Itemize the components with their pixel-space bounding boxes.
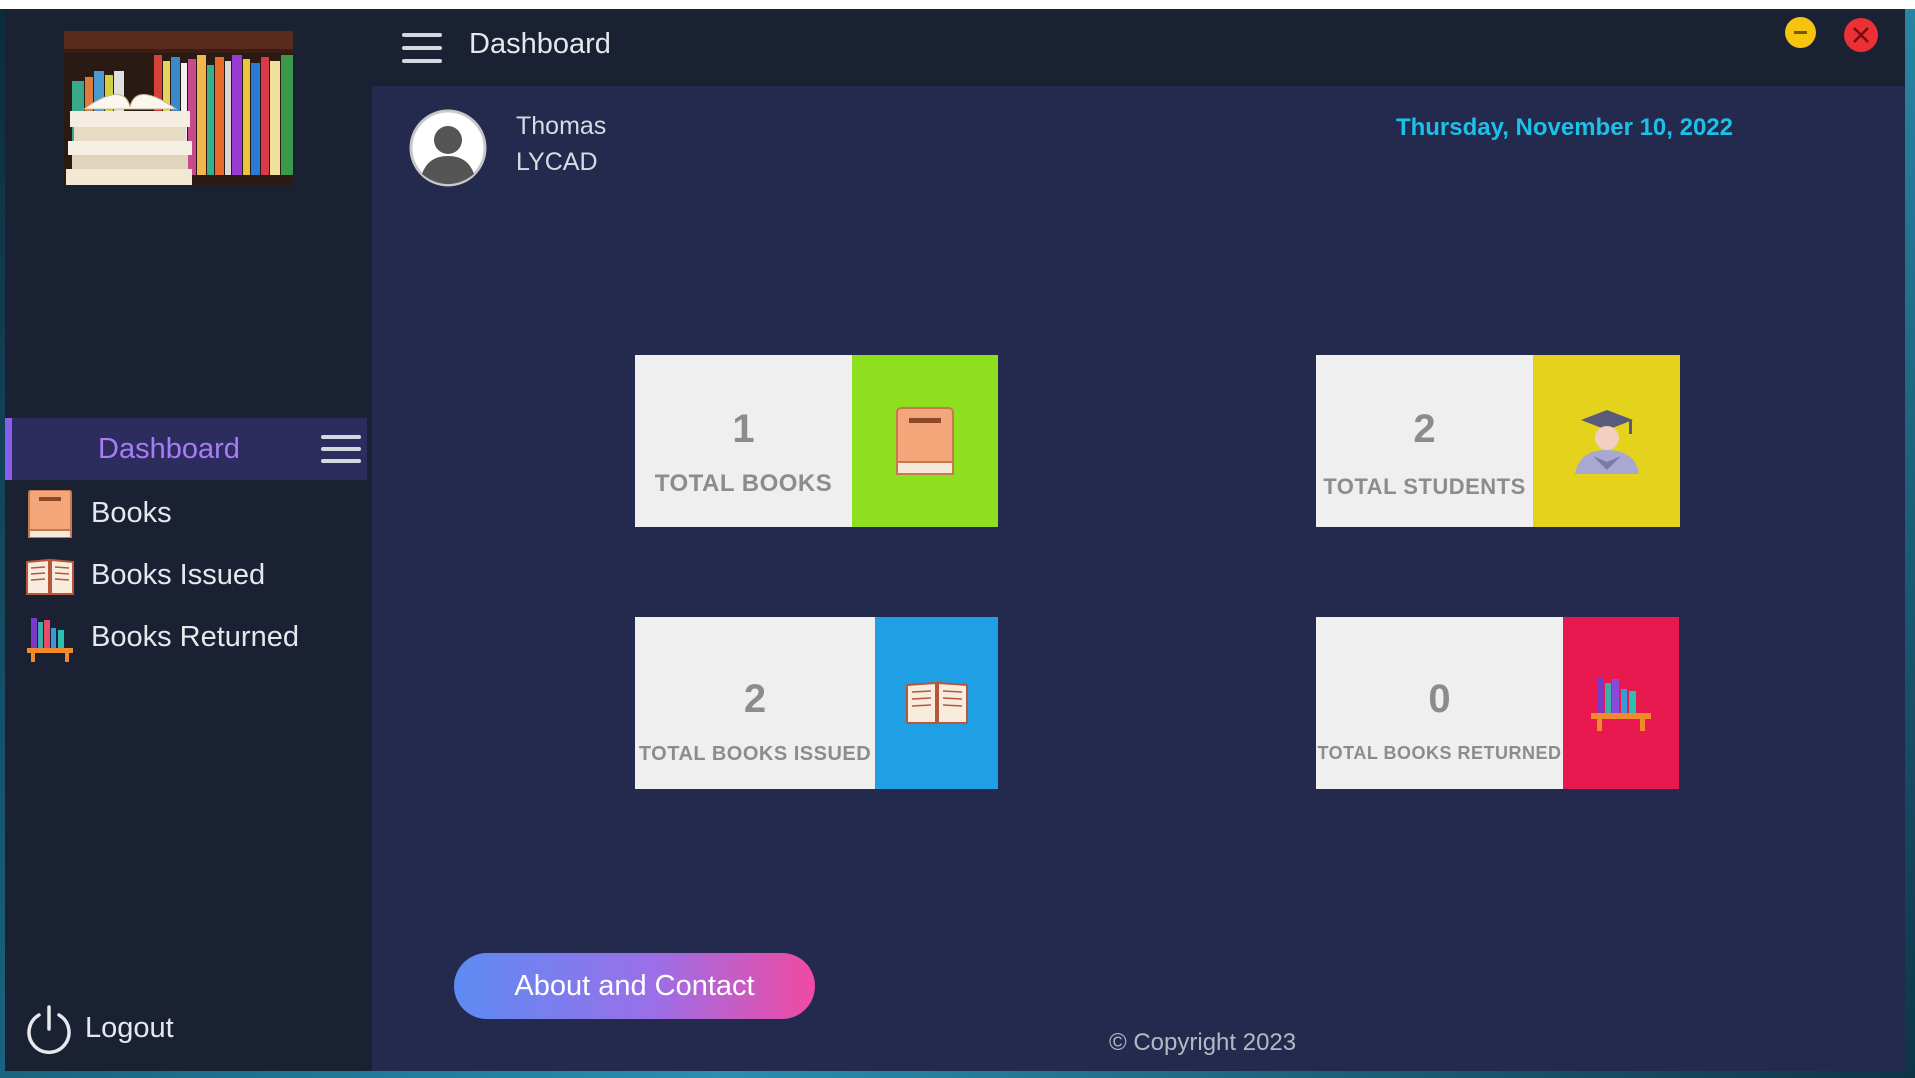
stat-card-total-students: 2 TOTAL STUDENTS bbox=[1316, 355, 1680, 527]
stat-card-icon-panel bbox=[1563, 617, 1679, 789]
window-top-border bbox=[0, 0, 1915, 9]
close-button[interactable] bbox=[1844, 18, 1878, 52]
stat-card-icon-panel bbox=[1533, 355, 1680, 527]
logout-button[interactable]: Logout bbox=[23, 1001, 223, 1055]
stat-value: 0 bbox=[1428, 677, 1451, 721]
close-icon bbox=[1853, 27, 1869, 43]
stat-card-icon-panel bbox=[875, 617, 998, 789]
sidebar-item-label: Books bbox=[91, 497, 172, 529]
stat-caption: TOTAL BOOKS ISSUED bbox=[638, 743, 872, 765]
stat-card-body: 0 TOTAL BOOKS RETURNED bbox=[1316, 617, 1563, 789]
current-date: Thursday, November 10, 2022 bbox=[1395, 114, 1733, 141]
app-window: Dashboard Books Books Issued Books Retur… bbox=[5, 9, 1905, 1071]
page-title: Dashboard bbox=[469, 28, 611, 60]
sidebar-item-label: Books Issued bbox=[91, 559, 266, 591]
title-bar: Dashboard bbox=[372, 9, 1905, 86]
dashboard-menu-icon[interactable] bbox=[321, 434, 361, 464]
stat-value: 1 bbox=[732, 407, 755, 451]
minimize-button[interactable] bbox=[1785, 17, 1816, 48]
library-logo-image bbox=[64, 31, 293, 185]
sidebar-item-books-returned[interactable]: Books Returned bbox=[5, 608, 367, 666]
stat-card-total-books: 1 TOTAL BOOKS bbox=[635, 355, 998, 527]
sidebar: Dashboard Books Books Issued Books Retur… bbox=[5, 9, 372, 1071]
avatar bbox=[408, 108, 488, 188]
book-icon bbox=[896, 407, 954, 475]
sidebar-item-books-issued[interactable]: Books Issued bbox=[5, 546, 367, 604]
stat-card-total-books-issued: 2 TOTAL BOOKS ISSUED bbox=[635, 617, 998, 789]
stat-card-body: 2 TOTAL STUDENTS bbox=[1316, 355, 1533, 527]
logout-label: Logout bbox=[85, 1012, 174, 1044]
bookshelf-icon bbox=[25, 614, 75, 662]
stat-caption: TOTAL BOOKS bbox=[654, 470, 833, 497]
stat-value: 2 bbox=[1413, 407, 1436, 451]
copyright-text: © Copyright 2023 bbox=[1109, 1029, 1297, 1056]
stat-value: 2 bbox=[743, 677, 767, 721]
stat-caption: TOTAL STUDENTS bbox=[1323, 474, 1526, 499]
stat-card-body: 2 TOTAL BOOKS ISSUED bbox=[635, 617, 875, 789]
book-icon bbox=[25, 489, 75, 539]
hamburger-menu-icon[interactable] bbox=[402, 31, 442, 65]
stat-card-icon-panel bbox=[852, 355, 998, 527]
user-name: Thomas bbox=[516, 112, 607, 140]
sidebar-item-books[interactable]: Books bbox=[5, 484, 367, 542]
user-avatar-icon bbox=[409, 109, 487, 187]
sidebar-item-label: Dashboard bbox=[98, 433, 240, 465]
student-icon bbox=[1574, 410, 1639, 474]
sidebar-item-label: Books Returned bbox=[91, 621, 299, 653]
power-icon bbox=[23, 1003, 75, 1055]
open-book-icon bbox=[905, 681, 968, 724]
about-contact-button[interactable]: About and Contact bbox=[454, 953, 815, 1019]
user-role: LYCAD bbox=[516, 148, 598, 176]
stat-caption: TOTAL BOOKS RETURNED bbox=[1317, 743, 1562, 763]
stat-card-body: 1 TOTAL BOOKS bbox=[635, 355, 852, 527]
sidebar-item-dashboard[interactable]: Dashboard bbox=[5, 418, 367, 480]
bookshelf-icon bbox=[1591, 677, 1651, 731]
stat-card-total-books-returned: 0 TOTAL BOOKS RETURNED bbox=[1316, 617, 1679, 789]
open-book-icon bbox=[25, 552, 75, 600]
